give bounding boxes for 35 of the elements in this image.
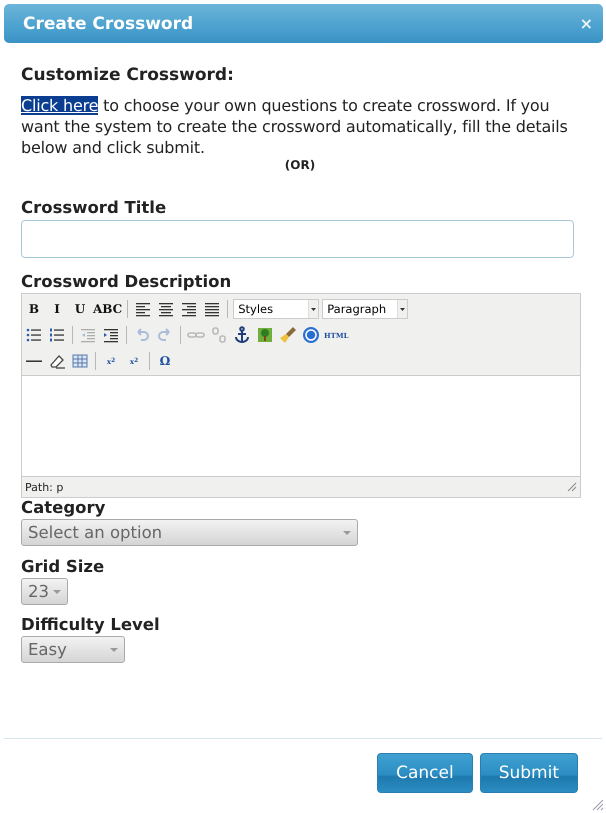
toolbar-button[interactable]: Ω bbox=[155, 351, 175, 371]
italic-button[interactable]: I bbox=[47, 299, 67, 319]
cancel-button[interactable]: Cancel bbox=[377, 753, 473, 793]
or-text: (OR) bbox=[284, 158, 316, 172]
dropdown[interactable]: Easy bbox=[21, 636, 125, 663]
title-input[interactable] bbox=[21, 220, 574, 258]
intro-text: Click here to choose your own questions to create crossword. If you want the system to create the crossword automatically, fill the details below and click submit. bbox=[21, 95, 569, 158]
caret-icon bbox=[397, 300, 408, 318]
strikethrough-button[interactable]: ABC bbox=[93, 299, 122, 319]
brush-icon[interactable] bbox=[278, 325, 298, 345]
dropdown[interactable]: 23 bbox=[21, 578, 68, 605]
dropdown[interactable]: Select an option bbox=[21, 519, 358, 546]
dialog-title: Create Crossword bbox=[23, 14, 194, 34]
anchor-icon[interactable] bbox=[232, 325, 252, 345]
image-icon[interactable] bbox=[255, 325, 275, 345]
caret-icon bbox=[308, 300, 318, 318]
submit-button[interactable]: Submit bbox=[480, 753, 578, 793]
format-select[interactable]: Styles bbox=[233, 299, 320, 319]
field-label: Crossword Description bbox=[21, 272, 232, 292]
field-label: Category bbox=[21, 498, 106, 518]
help-icon[interactable] bbox=[301, 325, 321, 345]
bold-button[interactable]: B bbox=[24, 299, 44, 319]
section-heading: Customize Crossword: bbox=[21, 65, 235, 85]
field-label: Grid Size bbox=[21, 557, 106, 577]
path-text: Path: p bbox=[25, 480, 64, 494]
format-select[interactable]: Paragraph bbox=[322, 299, 408, 319]
caret-icon bbox=[53, 588, 61, 594]
resize-handle-icon[interactable] bbox=[592, 799, 604, 811]
resize-handle-icon[interactable] bbox=[567, 482, 577, 492]
caret-icon bbox=[343, 530, 351, 536]
caret-icon bbox=[110, 646, 118, 652]
underline-button[interactable]: U bbox=[70, 299, 90, 319]
click-here-link[interactable]: Click here bbox=[21, 96, 98, 115]
field-label: Difficulty Level bbox=[21, 615, 161, 635]
field-label: Crossword Title bbox=[21, 198, 168, 218]
